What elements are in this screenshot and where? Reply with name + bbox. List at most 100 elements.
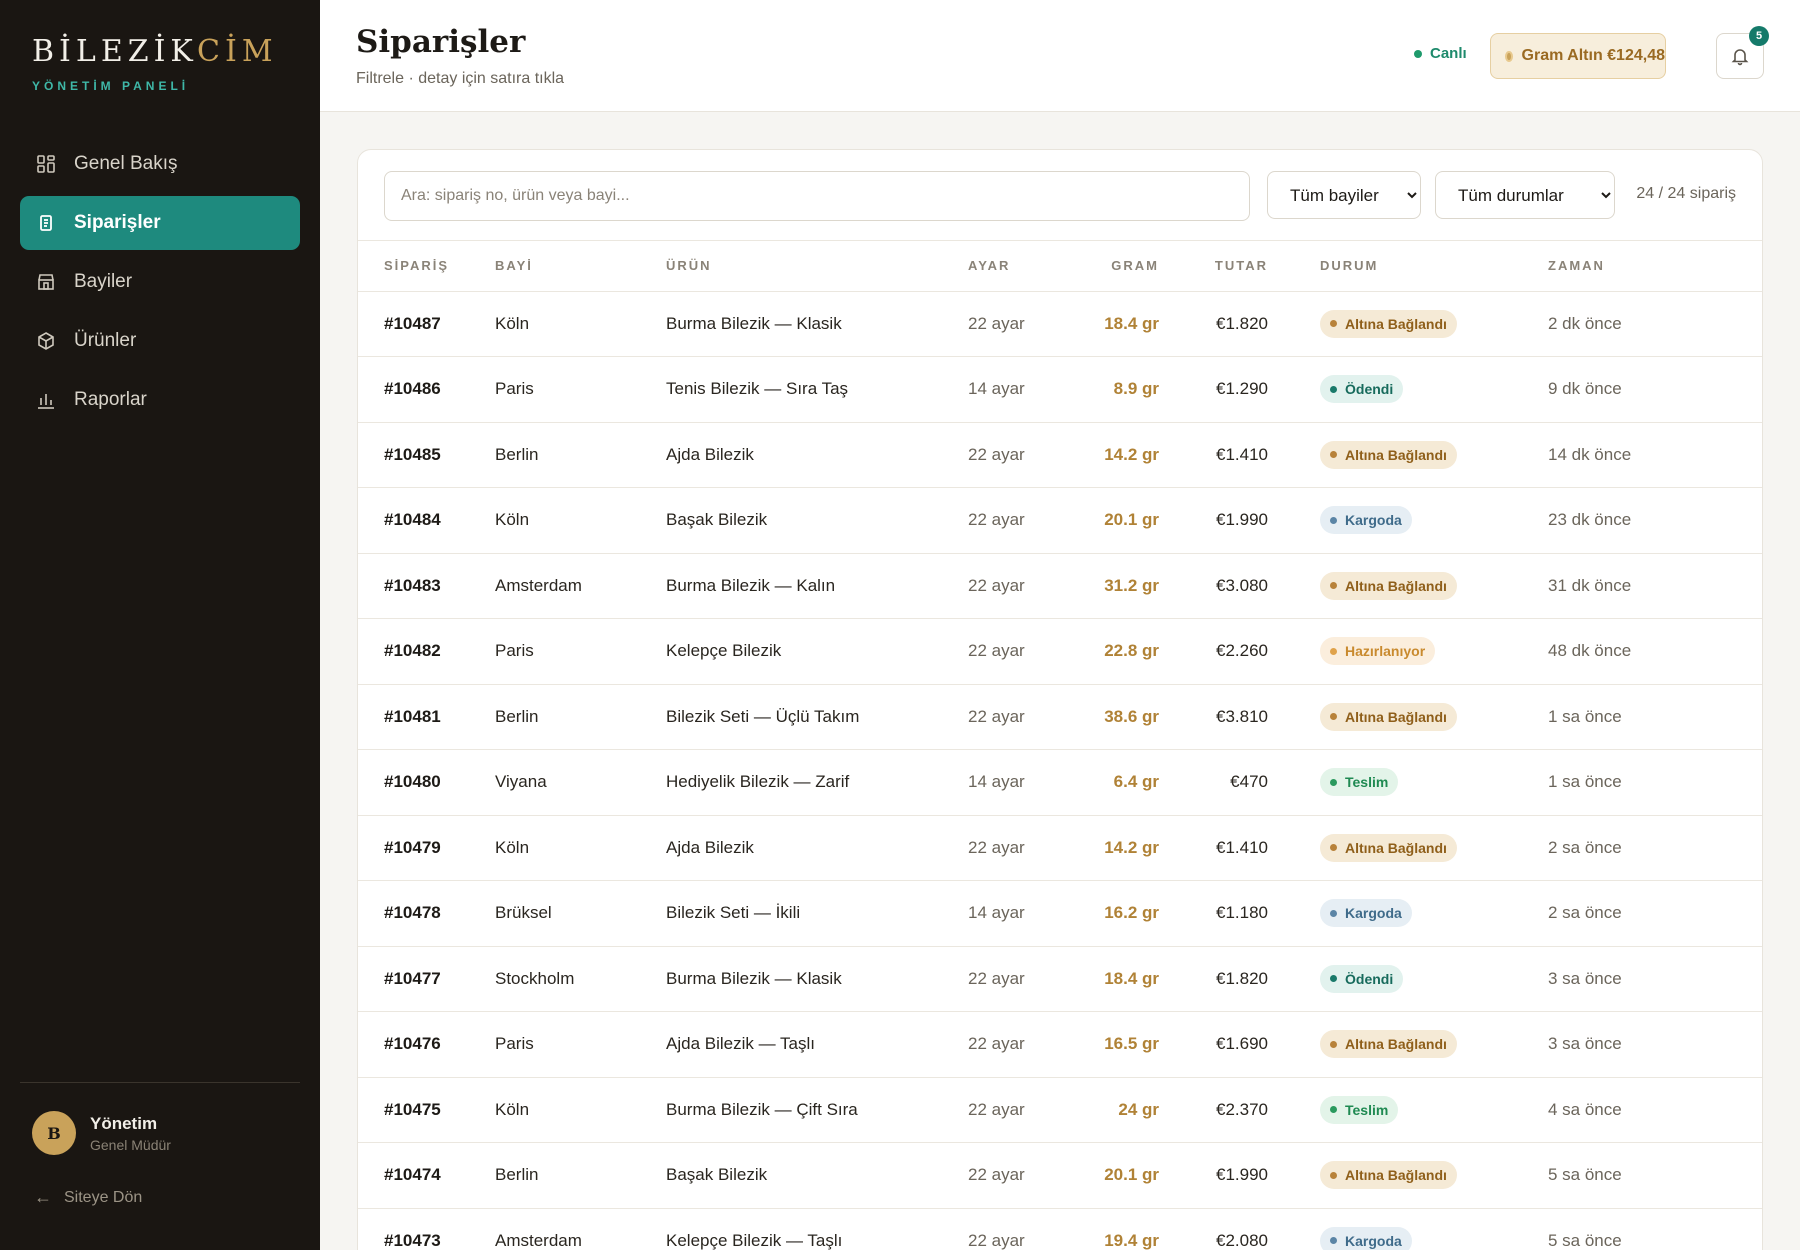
status-dot-icon bbox=[1330, 1040, 1337, 1048]
time-cell: 1 sa önce bbox=[1548, 684, 1762, 750]
karat-cell: 22 ayar bbox=[968, 1142, 1088, 1209]
status-label: Ödendi bbox=[1345, 970, 1394, 987]
dealer-cell: Paris bbox=[495, 356, 666, 423]
sidebar-item-raporlar[interactable]: Raporlar bbox=[20, 373, 300, 427]
dealer-cell: Brüksel bbox=[495, 880, 666, 947]
table-row[interactable]: #10487 Köln Burma Bilezik — Klasik 22 ayar 1… bbox=[358, 291, 1762, 357]
karat-cell: 22 ayar bbox=[968, 815, 1088, 881]
gold-price-chip[interactable]: Gram Altın €124,48 bbox=[1490, 33, 1666, 79]
status-dot-icon bbox=[1330, 582, 1337, 590]
table-row[interactable]: #10480 Viyana Hediyelik Bilezik — Zarif 14 … bbox=[358, 749, 1762, 816]
orders-card: Tüm bayiler Tüm durumlar 24 / 24 sipariş… bbox=[357, 149, 1763, 1250]
time-cell: 1 sa önce bbox=[1548, 749, 1762, 816]
karat-cell: 22 ayar bbox=[968, 618, 1088, 685]
back-to-site-link[interactable]: ← Siteye Dön bbox=[34, 1187, 142, 1208]
table-row[interactable]: #10481 Berlin Bilezik Seti — Üçlü Takım 22 … bbox=[358, 684, 1762, 750]
status-dot-icon bbox=[1330, 647, 1337, 655]
column-header-dealer[interactable]: BAYİ bbox=[495, 241, 666, 292]
box-icon bbox=[36, 331, 56, 351]
gram-cell: 22.8 gr bbox=[1088, 618, 1187, 685]
column-header-product[interactable]: ÜRÜN bbox=[666, 241, 968, 292]
product-cell: Tenis Bilezik — Sıra Taş bbox=[666, 356, 968, 423]
dealer-filter-select[interactable]: Tüm bayiler bbox=[1267, 171, 1421, 219]
user-profile[interactable]: B Yönetim Genel Müdür bbox=[32, 1111, 171, 1155]
product-cell: Ajda Bilezik — Taşlı bbox=[666, 1011, 968, 1078]
time-cell: 5 sa önce bbox=[1548, 1208, 1762, 1250]
status-label: Kargoda bbox=[1345, 1232, 1402, 1249]
table-row[interactable]: #10476 Paris Ajda Bilezik — Taşlı 22 ayar 16… bbox=[358, 1011, 1762, 1078]
karat-cell: 14 ayar bbox=[968, 749, 1088, 816]
status-cell: Ödendi bbox=[1320, 356, 1548, 423]
status-badge: Kargoda bbox=[1320, 1226, 1412, 1250]
status-dot-icon bbox=[1330, 385, 1337, 393]
status-cell: Kargoda bbox=[1320, 487, 1548, 554]
status-label: Ödendi bbox=[1345, 381, 1394, 398]
status-cell: Teslim bbox=[1320, 749, 1548, 816]
table-row[interactable]: #10473 Amsterdam Kelepçe Bilezik — Taşlı 22… bbox=[358, 1208, 1762, 1250]
status-cell: Kargoda bbox=[1320, 1208, 1548, 1250]
sidebar-item-bayiler[interactable]: Bayiler bbox=[20, 255, 300, 309]
amount-cell: €1.410 bbox=[1187, 815, 1320, 881]
order-id-cell: #10475 bbox=[358, 1077, 495, 1143]
time-cell: 5 sa önce bbox=[1548, 1142, 1762, 1209]
product-cell: Kelepçe Bilezik — Taşlı bbox=[666, 1208, 968, 1250]
sidebar-item-label: Genel Bakış bbox=[74, 153, 178, 174]
sidebar-nav: Genel Bakış Siparişler Bayiler Ürünler R… bbox=[20, 137, 300, 432]
column-header-gram[interactable]: GRAM bbox=[1088, 241, 1187, 292]
status-badge: Teslim bbox=[1320, 1095, 1399, 1124]
status-badge: Kargoda bbox=[1320, 899, 1412, 928]
karat-cell: 22 ayar bbox=[968, 487, 1088, 554]
status-dot-icon bbox=[1330, 778, 1337, 786]
sidebar-item-urunler[interactable]: Ürünler bbox=[20, 314, 300, 368]
column-header-order[interactable]: SİPARİŞ bbox=[358, 241, 495, 292]
table-row[interactable]: #10485 Berlin Ajda Bilezik 22 ayar 14.2 gr €1… bbox=[358, 422, 1762, 488]
store-icon bbox=[36, 272, 56, 292]
gold-coin-icon bbox=[1505, 50, 1513, 62]
status-dot-icon bbox=[1330, 909, 1337, 917]
dealer-cell: Viyana bbox=[495, 749, 666, 816]
notifications-button[interactable]: 5 bbox=[1716, 26, 1769, 79]
column-header-karat[interactable]: AYAR bbox=[968, 241, 1088, 292]
amount-cell: €470 bbox=[1187, 749, 1320, 816]
karat-cell: 22 ayar bbox=[968, 684, 1088, 750]
karat-cell: 22 ayar bbox=[968, 291, 1088, 357]
dealer-cell: Köln bbox=[495, 291, 666, 357]
table-row[interactable]: #10486 Paris Tenis Bilezik — Sıra Taş 14 ay… bbox=[358, 356, 1762, 423]
brand-logo[interactable]: BİLEZİKCİM YÖNETİM PANELİ bbox=[32, 34, 278, 93]
amount-cell: €2.080 bbox=[1187, 1208, 1320, 1250]
page-subtitle: Filtrele · detay için satıra tıkla bbox=[356, 70, 565, 87]
status-badge: Ödendi bbox=[1320, 964, 1404, 993]
table-row[interactable]: #10483 Amsterdam Burma Bilezik — Kalın 22 a… bbox=[358, 553, 1762, 619]
amount-cell: €1.410 bbox=[1187, 422, 1320, 488]
sidebar-item-genel-bakis[interactable]: Genel Bakış bbox=[20, 137, 300, 191]
status-cell: Altına Bağlandı bbox=[1320, 422, 1548, 488]
dealer-cell: Paris bbox=[495, 1011, 666, 1078]
table-row[interactable]: #10484 Köln Başak Bilezik 22 ayar 20.1 gr €1.… bbox=[358, 487, 1762, 554]
status-label: Altına Bağlandı bbox=[1345, 1167, 1447, 1184]
status-filter-select[interactable]: Tüm durumlar bbox=[1435, 171, 1615, 219]
order-id-cell: #10478 bbox=[358, 880, 495, 947]
amount-cell: €2.260 bbox=[1187, 618, 1320, 685]
column-header-time[interactable]: ZAMAN bbox=[1548, 241, 1762, 292]
status-cell: Hazırlanıyor bbox=[1320, 618, 1548, 685]
dealer-cell: Köln bbox=[495, 815, 666, 881]
table-row[interactable]: #10475 Köln Burma Bilezik — Çift Sıra 22 ay… bbox=[358, 1077, 1762, 1143]
dealer-cell: Paris bbox=[495, 618, 666, 685]
search-input[interactable] bbox=[384, 171, 1250, 221]
time-cell: 2 dk önce bbox=[1548, 291, 1762, 357]
table-row[interactable]: #10479 Köln Ajda Bilezik 22 ayar 14.2 gr €1.4… bbox=[358, 815, 1762, 881]
sidebar-item-siparisler[interactable]: Siparişler bbox=[20, 196, 300, 250]
orders-icon bbox=[36, 213, 56, 233]
table-row[interactable]: #10477 Stockholm Burma Bilezik — Klasik 22 … bbox=[358, 946, 1762, 1012]
table-row[interactable]: #10478 Brüksel Bilezik Seti — İkili 14 ayar… bbox=[358, 880, 1762, 947]
table-row[interactable]: #10474 Berlin Başak Bilezik 22 ayar 20.1 gr €… bbox=[358, 1142, 1762, 1209]
status-badge: Altına Bağlandı bbox=[1320, 309, 1457, 338]
amount-cell: €1.820 bbox=[1187, 946, 1320, 1012]
dealer-cell: Berlin bbox=[495, 422, 666, 488]
order-id-cell: #10482 bbox=[358, 618, 495, 685]
amount-cell: €1.180 bbox=[1187, 880, 1320, 947]
column-header-status[interactable]: DURUM bbox=[1320, 241, 1548, 292]
time-cell: 4 sa önce bbox=[1548, 1077, 1762, 1143]
table-row[interactable]: #10482 Paris Kelepçe Bilezik 22 ayar 22.8 gr… bbox=[358, 618, 1762, 685]
column-header-amount[interactable]: TUTAR bbox=[1187, 241, 1320, 292]
